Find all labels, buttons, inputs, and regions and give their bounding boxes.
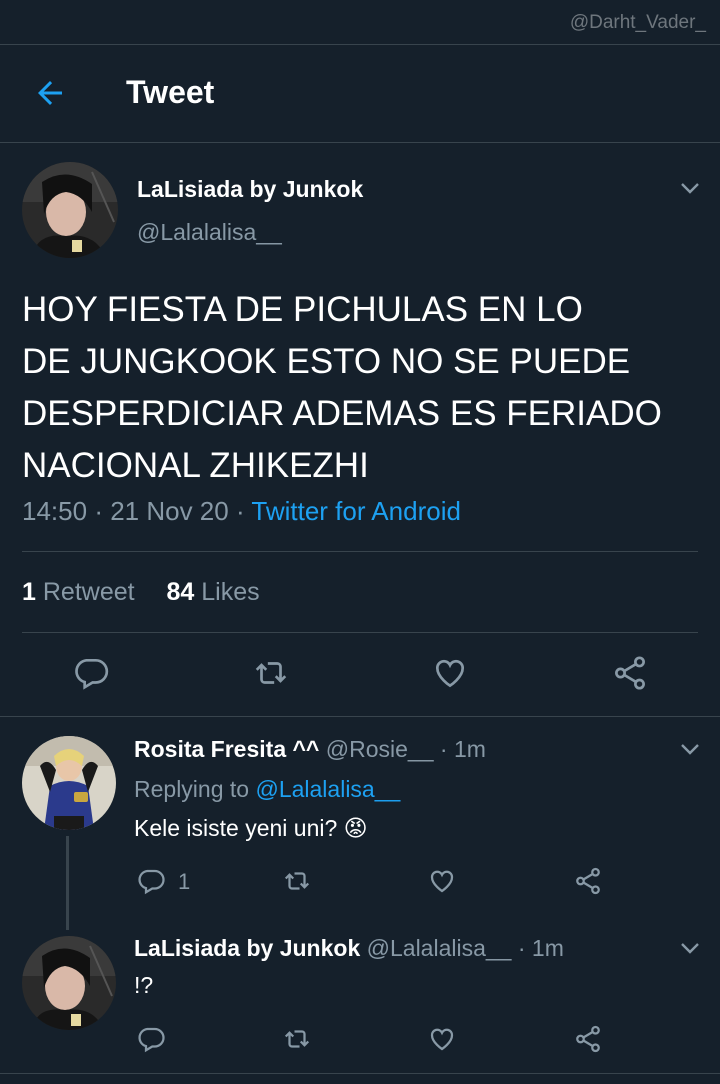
reply-time: 1m xyxy=(453,736,486,762)
author-handle[interactable]: @Lalalalisa__ xyxy=(137,219,282,246)
author-name[interactable]: LaLisiada by Junkok xyxy=(137,176,363,203)
thread-line xyxy=(66,836,69,930)
reply-author-handle[interactable]: @Rosie__ xyxy=(326,736,434,762)
page-title: Tweet xyxy=(126,74,215,110)
like-icon[interactable] xyxy=(427,866,457,896)
reply-count: 1 xyxy=(178,869,191,894)
share-icon[interactable] xyxy=(573,866,603,896)
top-bar: Tweet xyxy=(0,44,720,143)
reply-time: 1m xyxy=(531,935,564,961)
tweet-meta: 14:50 · 21 Nov 20 · Twitter for Android xyxy=(22,496,461,527)
retweets-label: Retweet xyxy=(42,578,135,606)
tweet-text-line: HOY FIESTA DE PICHULAS EN LO xyxy=(22,290,583,329)
back-arrow-icon[interactable] xyxy=(32,75,68,111)
separator: · xyxy=(439,736,454,762)
reply-icon[interactable] xyxy=(136,866,166,896)
divider xyxy=(0,716,720,717)
avatar[interactable] xyxy=(22,162,118,258)
chevron-down-icon[interactable] xyxy=(678,176,702,200)
divider xyxy=(0,1073,720,1074)
retweet-icon[interactable] xyxy=(282,1024,312,1054)
tweet-date: 21 Nov 20 xyxy=(110,496,229,526)
share-icon[interactable] xyxy=(611,654,649,692)
likes-count: 84 xyxy=(166,578,195,606)
tweet-text-line: DE JUNGKOOK ESTO NO SE PUEDE xyxy=(22,342,631,381)
reply-author-handle[interactable]: @Lalalalisa__ xyxy=(367,935,512,961)
replying-to: Replying to @Lalalalisa__ xyxy=(134,776,400,803)
tweet-time: 14:50 xyxy=(22,496,88,526)
tweet-text-line: NACIONAL ZHIKEZHI xyxy=(22,446,369,485)
replying-prefix: Replying to xyxy=(134,776,250,802)
reply-author-name[interactable]: Rosita Fresita ^^ xyxy=(134,736,319,762)
reply-icon[interactable] xyxy=(72,654,110,692)
chevron-down-icon[interactable] xyxy=(678,737,702,761)
reply-text: !? xyxy=(134,972,154,998)
separator: · xyxy=(517,935,532,961)
tweet-stats: 1 Retweet 84 Likes xyxy=(22,578,260,607)
tweet-source-link[interactable]: Twitter for Android xyxy=(251,496,461,526)
watermark: @Darht_Vader_ xyxy=(569,12,706,33)
retweet-icon[interactable] xyxy=(252,654,290,692)
replying-to-handle[interactable]: @Lalalalisa__ xyxy=(255,776,400,802)
avatar[interactable] xyxy=(22,936,116,1030)
reply-author-name[interactable]: LaLisiada by Junkok xyxy=(134,935,360,961)
reply-header: LaLisiada by Junkok @Lalalalisa__ · 1m xyxy=(134,935,564,962)
reply-header: Rosita Fresita ^^ @Rosie__ · 1m xyxy=(134,736,486,763)
separator: · xyxy=(94,496,111,526)
retweets-count: 1 xyxy=(22,578,36,606)
separator: · xyxy=(235,496,252,526)
likes-stat[interactable]: 84 Likes xyxy=(166,578,259,606)
like-icon[interactable] xyxy=(427,1024,457,1054)
likes-label: Likes xyxy=(201,578,260,606)
share-icon[interactable] xyxy=(573,1024,603,1054)
avatar[interactable] xyxy=(22,736,116,830)
retweet-icon[interactable] xyxy=(282,866,312,896)
like-icon[interactable] xyxy=(431,654,469,692)
tweet-text: HOY FIESTA DE PICHULAS EN LO DE JUNGKOOK… xyxy=(22,284,702,492)
retweets-stat[interactable]: 1 Retweet xyxy=(22,578,135,606)
tweet-text-line: DESPERDICIAR ADEMAS ES FERIADO xyxy=(22,394,662,433)
reply-text: Kele isiste yeni uni? 😡 xyxy=(134,815,368,841)
divider xyxy=(22,551,698,552)
divider xyxy=(22,632,698,633)
reply-icon[interactable] xyxy=(136,1024,166,1054)
chevron-down-icon[interactable] xyxy=(678,936,702,960)
